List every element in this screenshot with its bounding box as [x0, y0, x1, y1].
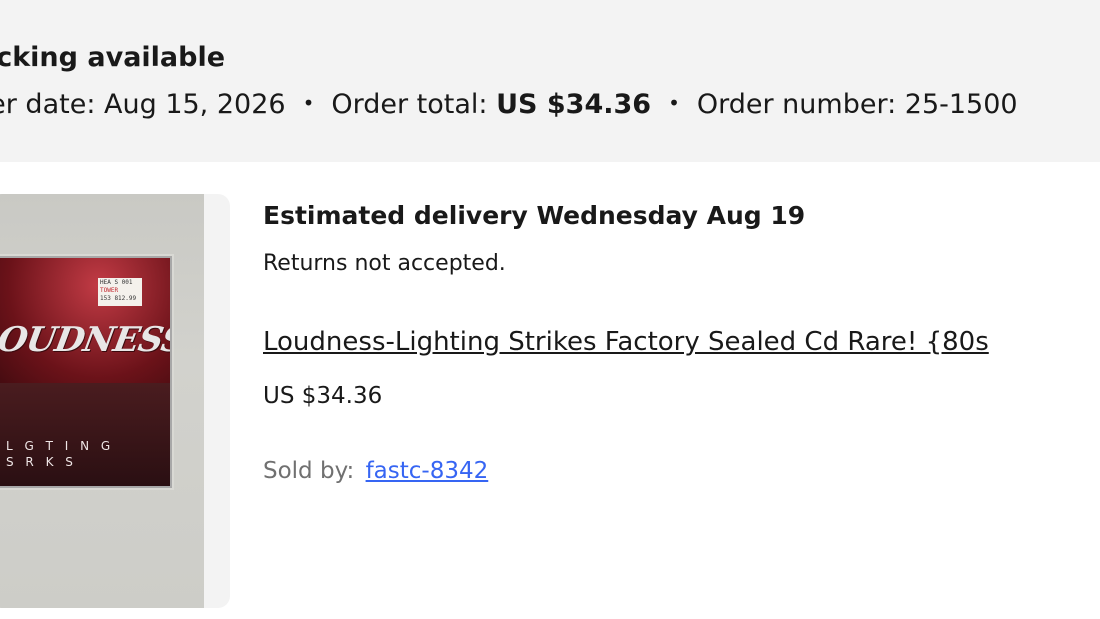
order-header: acking available der date: Aug 15, 2026 •… [0, 0, 1100, 162]
price-sticker: HEA S 001 TOWER 153 812.99 [98, 278, 142, 306]
cover-subtitle: L G T I N G S R K S [6, 438, 114, 470]
order-number-value: 25-1500 [904, 89, 1018, 120]
item-title-link[interactable]: Loudness-Lighting Strikes Factory Sealed… [263, 327, 989, 357]
separator-dot: • [668, 91, 680, 115]
order-total-label: Order total: [331, 89, 488, 120]
separator-dot: • [302, 91, 315, 115]
sold-by-label: Sold by: [263, 458, 355, 484]
order-total-value: US $34.36 [496, 89, 652, 120]
returns-policy: Returns not accepted. [263, 251, 506, 276]
cover-band-logo: OUDNESS [0, 320, 172, 360]
item-price: US $34.36 [263, 383, 383, 409]
cover-subtitle-line2: S R K S [6, 455, 77, 469]
sold-by-row: Sold by: fastc-8342 [263, 458, 488, 484]
cover-subtitle-line1: L G T I N G [6, 439, 115, 453]
seller-link[interactable]: fastc-8342 [366, 458, 489, 484]
estimated-delivery: Estimated delivery Wednesday Aug 19 [263, 201, 806, 230]
item-image-card[interactable]: OUDNESS L G T I N G S R K S HEA S 001 TO… [0, 194, 230, 608]
cover-city [0, 383, 170, 486]
order-meta-row: der date: Aug 15, 2026 • Order total: US $… [0, 89, 1018, 120]
tracking-status-title: acking available [0, 42, 226, 73]
sticker-line1: HEA S 001 [100, 279, 133, 286]
item-photo[interactable]: OUDNESS L G T I N G S R K S HEA S 001 TO… [0, 194, 204, 608]
sticker-line3: 153 812.99 [100, 295, 137, 302]
order-date-label: der date: [0, 89, 96, 120]
order-date-value: Aug 15, 2026 [104, 89, 286, 120]
order-number-label: Order number: [696, 89, 897, 120]
sticker-line2: TOWER [100, 287, 119, 294]
cd-cover-image: OUDNESS L G T I N G S R K S HEA S 001 TO… [0, 256, 172, 488]
